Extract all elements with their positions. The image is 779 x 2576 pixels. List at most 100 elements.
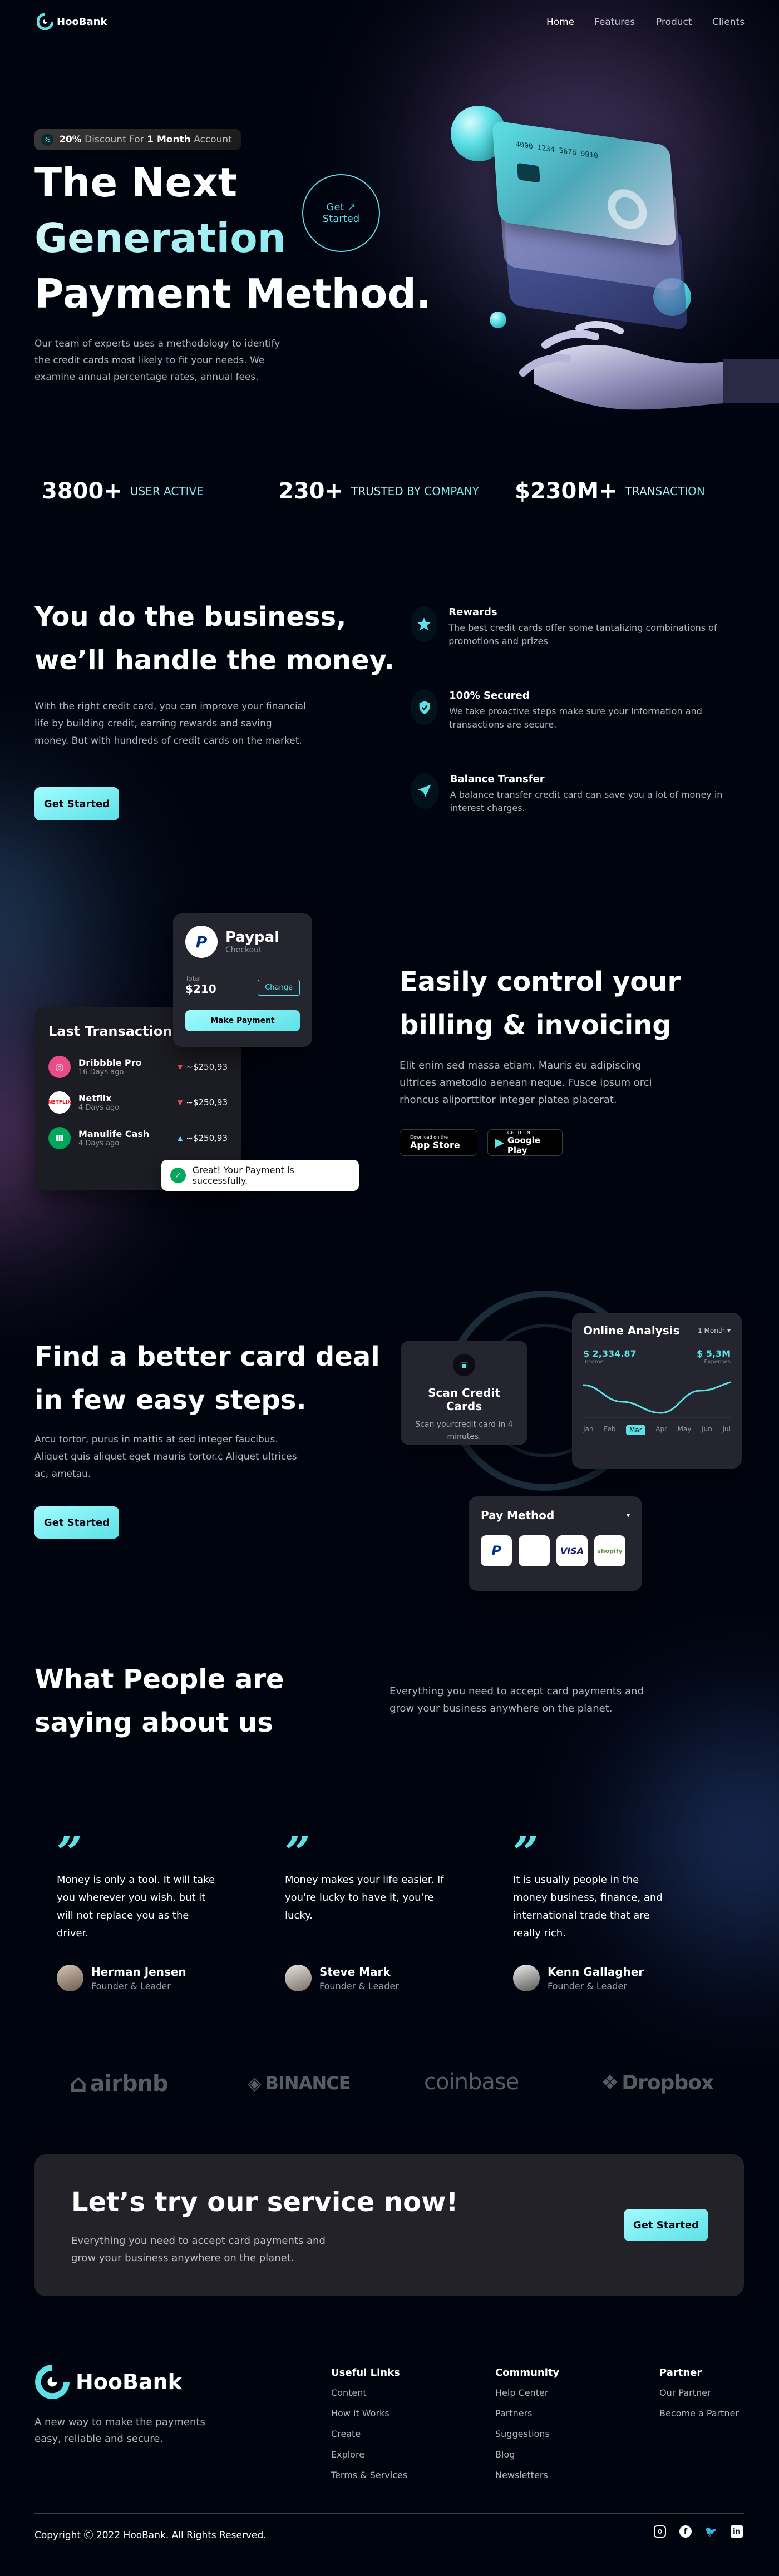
visa-icon[interactable]: VISA <box>556 1535 588 1566</box>
nav-home[interactable]: Home <box>546 17 574 28</box>
month-label: Jul <box>722 1425 731 1433</box>
deal-section: Find a better card deal in few easy step… <box>0 1279 779 1602</box>
google-play-icon: ▶ <box>495 1135 504 1150</box>
discount-icon: % <box>41 134 53 146</box>
total-value: $210 <box>185 982 216 996</box>
testimonial-name: Herman Jensen <box>91 1965 186 1979</box>
card-number: 4000 1234 5678 9010 <box>515 140 599 161</box>
footer-link[interactable]: Explore <box>331 2449 407 2460</box>
make-payment-button[interactable]: Make Payment <box>185 1010 300 1031</box>
brand-logo[interactable]: HooBank <box>37 13 107 30</box>
google-play-button[interactable]: ▶ GET IT ON Google Play <box>487 1129 563 1156</box>
scan-card-desc: Scan yourcredit card in 4 minutes. <box>415 1420 513 1441</box>
testimonial-name: Steve Mark <box>319 1965 391 1979</box>
change-button[interactable]: Change <box>258 980 300 996</box>
hoobank-logo-icon <box>35 2364 70 2399</box>
pay-method-card: Pay Method ▾ P VISA shopify <box>469 1496 642 1591</box>
feature-rewards-title: Rewards <box>448 606 497 618</box>
business-description: With the right credit card, you can impr… <box>34 701 306 746</box>
footer-logo[interactable]: HooBank <box>34 2364 182 2400</box>
footer-link[interactable]: Newsletters <box>495 2470 559 2480</box>
cta-get-started-button[interactable]: Get Started <box>624 2209 708 2241</box>
footer-link[interactable]: How it Works <box>331 2408 407 2419</box>
analysis-line-chart <box>583 1381 731 1418</box>
nav-features[interactable]: Features <box>594 17 635 28</box>
footer-link[interactable]: Partners <box>495 2408 559 2419</box>
business-title-line2: we’ll handle the money. <box>34 645 395 676</box>
linkedin-icon[interactable]: in <box>731 2525 743 2538</box>
business-title: You do the business, we’ll handle the mo… <box>34 595 395 682</box>
period-select[interactable]: 1 Month ▾ <box>698 1327 731 1334</box>
feature-secured: 100% Secured We take proactive steps make… <box>411 690 728 731</box>
transaction-name: Manulife Cash <box>78 1129 150 1139</box>
sphere-small-icon <box>490 312 506 328</box>
chevron-down-icon[interactable]: ▾ <box>627 1511 630 1519</box>
income-value: $ 2,334.87 <box>583 1348 637 1359</box>
arrow-down-icon: ▼ <box>178 1063 183 1071</box>
month-label: Jan <box>583 1425 594 1433</box>
nav-product[interactable]: Product <box>656 17 692 28</box>
stat-companies: 230+ TRUSTED BY COMPANY <box>278 478 479 504</box>
deal-get-started-button[interactable]: Get Started <box>34 1506 119 1539</box>
shopify-icon[interactable]: shopify <box>594 1535 625 1566</box>
facebook-icon[interactable]: f <box>679 2525 692 2538</box>
deal-description: Arcu tortor, purus in mattis at sed inte… <box>34 1434 297 1480</box>
business-section: You do the business, we’ll handle the mo… <box>0 595 779 840</box>
cta-description: Everything you need to accept card payme… <box>71 2235 326 2264</box>
footer-link[interactable]: Create <box>331 2429 407 2439</box>
quote-icon: ” <box>513 1826 539 1878</box>
income-label: Income <box>583 1359 604 1365</box>
month-label: Feb <box>604 1425 616 1433</box>
testimonial-name: Kenn Gallagher <box>548 1965 644 1979</box>
footer-col-useful-links: Useful Links Content How it Works Create… <box>331 2367 407 2490</box>
transaction-amount: ~$250,93 <box>186 1133 228 1143</box>
footer-link[interactable]: Terms & Services <box>331 2470 407 2480</box>
billing-title-line2: billing & invoicing <box>400 1010 672 1041</box>
twitter-icon[interactable]: 🐦 <box>705 2525 717 2538</box>
footer-link[interactable]: Our Partner <box>659 2387 739 2398</box>
testimonial-text: Money makes your life easier. If you're … <box>285 1874 444 1921</box>
footer-link[interactable]: Help Center <box>495 2387 559 2398</box>
month-label-active[interactable]: Mar <box>626 1425 645 1435</box>
footer-col-community: Community Help Center Partners Suggestio… <box>495 2367 559 2490</box>
nav-clients[interactable]: Clients <box>712 17 745 28</box>
billing-title: Easily control your billing & invoicing <box>400 960 681 1047</box>
paypal-title: Paypal <box>225 929 280 946</box>
hero-title-line3: Payment Method. <box>34 270 432 317</box>
footer-col-title: Community <box>495 2367 560 2379</box>
apple-pay-icon[interactable] <box>519 1535 550 1566</box>
paypal-method-icon[interactable]: P <box>481 1535 512 1566</box>
deal-title-line1: Find a better card deal <box>34 1341 380 1372</box>
month-label: Jun <box>702 1425 712 1433</box>
testimonials-title-line2: saying about us <box>34 1707 273 1738</box>
footer-link[interactable]: Content <box>331 2387 407 2398</box>
footer-link[interactable]: Blog <box>495 2449 559 2460</box>
month-axis: Jan Feb Mar Apr May Jun Jul <box>583 1425 731 1435</box>
feature-rewards-desc: The best credit cards offer some tantali… <box>448 622 717 646</box>
footer-link[interactable]: Become a Partner <box>659 2408 739 2419</box>
feature-secured-title: 100% Secured <box>449 690 530 701</box>
stat-users-value: 3800+ <box>42 478 122 504</box>
social-links: f 🐦 in <box>654 2525 743 2538</box>
testimonials-title: What People are saying about us <box>34 1658 284 1744</box>
app-store-button[interactable]: Download on the App Store <box>400 1129 477 1156</box>
stats-section: 3800+ USER ACTIVE 230+ TRUSTED BY COMPAN… <box>0 478 779 512</box>
avatar <box>57 1965 83 1991</box>
testimonial-card: ” It is usually people in the money busi… <box>491 1808 697 2014</box>
check-circle-icon: ✓ <box>170 1168 186 1183</box>
quote-icon: ” <box>285 1826 311 1878</box>
footer-link[interactable]: Suggestions <box>495 2429 559 2439</box>
instagram-icon[interactable] <box>654 2525 666 2538</box>
app-store-big-text: App Store <box>410 1140 460 1150</box>
scan-card-icon: ▣ <box>453 1354 475 1376</box>
scan-card-title: Scan Credit Cards <box>428 1386 500 1413</box>
business-get-started-button[interactable]: Get Started <box>34 787 119 820</box>
billing-title-line1: Easily control your <box>400 966 681 997</box>
get-started-line1: Get ↗ <box>326 201 356 213</box>
payment-success-toast: ✓ Great! Your Payment is successfully. <box>161 1160 359 1191</box>
quote-icon: ” <box>57 1826 83 1878</box>
expense-label: Expenses <box>704 1359 731 1365</box>
card-chip-icon <box>516 162 540 183</box>
get-started-circle[interactable]: Get ↗ Started <box>302 174 380 252</box>
testimonial-card: ” Money is only a tool. It will take you… <box>34 1808 240 2014</box>
